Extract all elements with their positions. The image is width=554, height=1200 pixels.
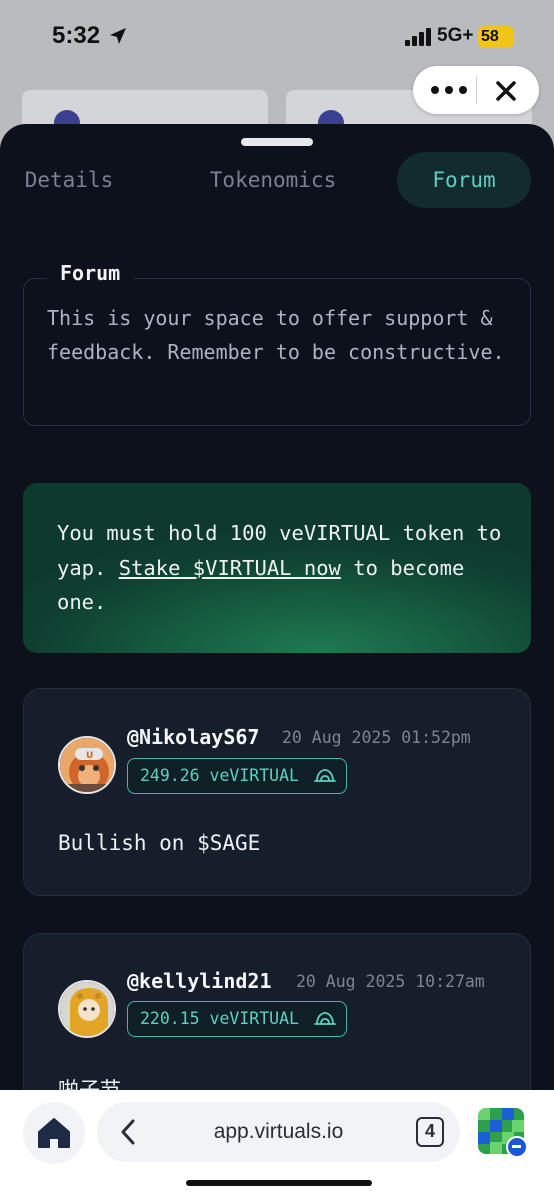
post-author-handle[interactable]: @kellylind21 (127, 969, 272, 993)
tab-details[interactable]: Details (10, 152, 128, 208)
banner-text: You must hold 100 veVIRTUAL token to yap… (57, 516, 517, 620)
svg-text:U: U (86, 751, 93, 761)
avatar[interactable] (58, 980, 116, 1038)
tab-bar: Details Tokenomics Forum (0, 152, 554, 210)
virtual-token-icon (314, 1012, 336, 1025)
post-date: 20 Aug 2025 10:27am (296, 972, 485, 991)
virtual-token-icon (314, 769, 336, 782)
url-text: app.virtuals.io (213, 1120, 344, 1143)
battery-indicator: 58 (478, 26, 514, 48)
tab-count-button[interactable]: 4 (416, 1117, 444, 1147)
balance-amount: 249.26 veVIRTUAL (140, 766, 299, 785)
more-options-icon[interactable] (429, 80, 469, 100)
tab-forum[interactable]: Forum (397, 152, 531, 208)
post-date: 20 Aug 2025 01:52pm (282, 728, 471, 747)
address-bar[interactable]: app.virtuals.io 4 (97, 1102, 460, 1162)
balance-badge: 249.26 veVIRTUAL (127, 758, 347, 794)
sheet-grabber[interactable] (241, 138, 313, 146)
battery-level: 58 (481, 28, 499, 45)
window-capsule (413, 66, 539, 114)
status-time: 5:32 (52, 22, 101, 49)
close-icon[interactable] (493, 78, 519, 104)
home-indicator (186, 1180, 372, 1186)
balance-badge: 220.15 veVIRTUAL (127, 1001, 347, 1037)
forum-intro-box: Forum This is your space to offer suppor… (23, 261, 531, 426)
orange-monkey-avatar-icon: U (60, 738, 114, 792)
yellow-hoodie-avatar-icon (60, 982, 114, 1036)
home-button[interactable] (23, 1102, 85, 1164)
post-content: 啪子节 (58, 1078, 121, 1090)
stake-requirement-banner: You must hold 100 veVIRTUAL token to yap… (23, 483, 531, 653)
tab-tokenomics[interactable]: Tokenomics (194, 152, 352, 208)
minus-badge-icon (506, 1136, 528, 1158)
forum-description: This is your space to offer support & fe… (47, 306, 505, 364)
stake-virtual-link[interactable]: Stake $VIRTUAL now (119, 556, 341, 580)
forum-legend: Forum (47, 261, 134, 285)
browser-toolbar: app.virtuals.io 4 (0, 1090, 554, 1200)
signal-strength-icon (405, 28, 431, 46)
home-icon (38, 1118, 70, 1148)
bottom-sheet: Details Tokenomics Forum Forum This is y… (0, 124, 554, 1090)
capsule-divider (476, 76, 477, 104)
forum-post: U @NikolayS67 20 Aug 2025 01:52pm 249.26… (23, 688, 531, 896)
post-author-handle[interactable]: @NikolayS67 (127, 725, 259, 749)
balance-amount: 220.15 veVIRTUAL (140, 1009, 299, 1028)
post-content: Bullish on $SAGE (58, 831, 261, 855)
avatar[interactable]: U (58, 736, 116, 794)
network-type: 5G+ (437, 25, 474, 46)
forum-post: @kellylind21 20 Aug 2025 10:27am 220.15 … (23, 933, 531, 1090)
location-arrow-icon (110, 28, 126, 44)
status-bar: 5:32 5G+ 58 (0, 0, 554, 72)
